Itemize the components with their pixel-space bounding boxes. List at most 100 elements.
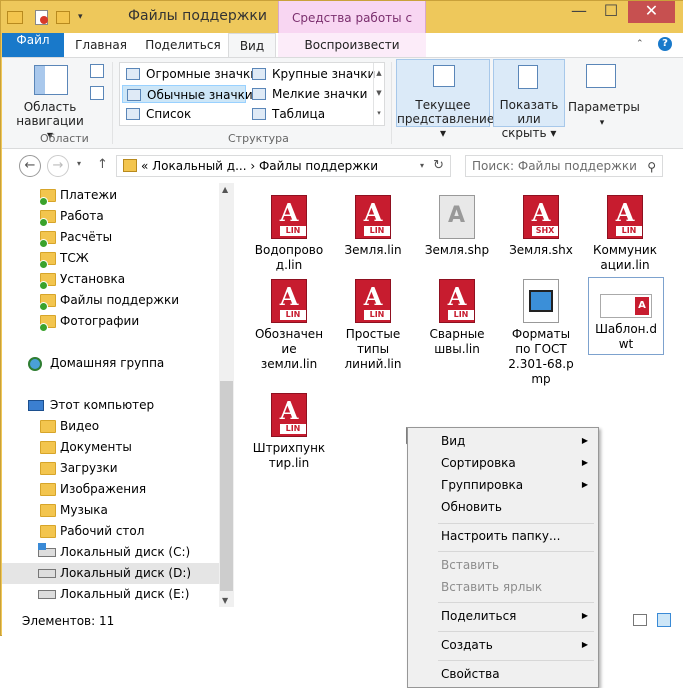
options-label: Параметры — [568, 100, 640, 114]
nav-item-favorite[interactable]: Установка — [2, 269, 220, 290]
file-item[interactable]: Форматы по ГОСТ 2.301-68.р mp — [504, 279, 578, 387]
large-icons-view-icon[interactable] — [657, 613, 671, 627]
layout-details[interactable]: Таблица — [248, 105, 372, 123]
layout-list[interactable]: Список — [122, 105, 246, 123]
extra-large-icons-icon — [126, 68, 140, 80]
current-view-button[interactable]: Текущее представление ▾ — [396, 59, 494, 140]
menu-item-properties[interactable]: Свойства — [410, 663, 596, 685]
back-button[interactable]: ← — [19, 155, 41, 177]
file-item[interactable]: A LIN Штрихпунк тир.lin — [252, 393, 326, 471]
tab-view[interactable]: Вид — [228, 33, 276, 58]
minimize-button[interactable]: — — [563, 1, 595, 23]
nav-item-pictures[interactable]: Изображения — [2, 479, 220, 500]
title-bar: ▾ Файлы поддержки Средства работы с виде… — [1, 1, 683, 59]
nav-item-homegroup[interactable]: Домашняя группа — [2, 353, 220, 374]
menu-item-paste[interactable]: Вставить — [410, 554, 596, 576]
layout-medium[interactable]: Обычные значки — [122, 85, 253, 103]
nav-item-favorite[interactable]: Расчёты — [2, 227, 220, 248]
nav-label: Рабочий стол — [60, 524, 145, 538]
file-item[interactable]: A LIN Простые типы линий.lin — [336, 279, 410, 372]
menu-item-group[interactable]: Группировка ▶ — [410, 474, 596, 496]
nav-item-drive-d[interactable]: Локальный диск (D:) — [2, 563, 220, 584]
collapse-ribbon-icon[interactable]: ⌃ — [636, 39, 644, 49]
up-icon[interactable]: ↑ — [97, 157, 108, 172]
nav-item-favorite[interactable]: ТСЖ — [2, 248, 220, 269]
close-button[interactable]: ✕ — [628, 1, 675, 23]
address-dropdown-icon[interactable]: ▾ — [420, 156, 424, 176]
new-folder-icon[interactable] — [56, 10, 70, 24]
forward-button[interactable]: → — [47, 155, 69, 177]
refresh-icon[interactable]: ↻ — [433, 156, 444, 176]
menu-item-share[interactable]: Поделиться ▶ — [410, 605, 596, 627]
file-item-selected[interactable]: A Шаблон.d wt — [588, 277, 664, 355]
help-icon[interactable]: ? — [658, 37, 672, 51]
details-view-icon[interactable] — [633, 614, 647, 626]
autocad-lin-file-icon: A LIN — [271, 393, 307, 437]
file-item[interactable]: A SHX Земля.shx — [504, 195, 578, 258]
address-box[interactable]: « Локальный д... › Файлы поддержки ▾ ↻ — [116, 155, 451, 177]
file-name: Обозначен — [254, 327, 324, 341]
tab-play[interactable]: Воспроизвести — [278, 33, 426, 57]
autocad-shx-file-icon: A SHX — [523, 195, 559, 239]
file-item[interactable]: A LIN Водопрово д.lin — [252, 195, 326, 273]
file-name: типы — [356, 342, 390, 356]
show-hide-icon — [518, 65, 538, 89]
current-view-label: Текущее представление ▾ — [397, 98, 495, 140]
file-item[interactable]: A LIN Коммуник ации.lin — [588, 195, 662, 273]
nav-item-favorite[interactable]: Файлы поддержки — [2, 290, 220, 311]
autocad-lin-file-icon: A LIN — [439, 279, 475, 323]
maximize-button[interactable]: ☐ — [595, 1, 627, 23]
nav-item-favorite[interactable]: Фотографии — [2, 311, 220, 332]
autocad-lin-file-icon: A LIN — [355, 195, 391, 239]
menu-item-paste-shortcut[interactable]: Вставить ярлык — [410, 576, 596, 598]
menu-label: Поделиться — [441, 609, 517, 623]
options-button[interactable]: Параметры ▾ — [568, 100, 640, 130]
menu-item-view[interactable]: Вид ▶ — [410, 430, 596, 452]
autocad-lin-file-icon: A LIN — [607, 195, 643, 239]
preview-pane-icon[interactable] — [90, 64, 104, 78]
computer-icon — [28, 400, 44, 411]
file-item[interactable]: A LIN Обозначен ие земли.lin — [252, 279, 326, 372]
file-item[interactable]: A LIN Сварные швы.lin — [420, 279, 494, 357]
menu-item-sort[interactable]: Сортировка ▶ — [410, 452, 596, 474]
menu-item-new[interactable]: Создать ▶ — [410, 634, 596, 656]
file-item[interactable]: A LIN Земля.lin — [336, 195, 410, 258]
nav-item-drive-e[interactable]: Локальный диск (E:) — [2, 584, 220, 605]
nav-item-downloads[interactable]: Загрузки — [2, 458, 220, 479]
nav-item-documents[interactable]: Документы — [2, 437, 220, 458]
sync-check-icon — [39, 218, 48, 227]
properties-icon[interactable] — [35, 9, 48, 25]
layout-label: Таблица — [272, 107, 326, 121]
file-item[interactable]: A Земля.shp — [420, 195, 494, 258]
menu-item-customize-folder[interactable]: Настроить папку... — [410, 525, 596, 547]
tab-home[interactable]: Главная — [64, 33, 138, 57]
scroll-up-icon[interactable]: ▲ — [222, 185, 228, 194]
details-pane-icon[interactable] — [90, 86, 104, 100]
layout-label: Список — [146, 107, 192, 121]
layout-small[interactable]: Мелкие значки — [248, 85, 372, 103]
small-icons-icon — [252, 88, 266, 100]
menu-label: Настроить папку... — [441, 529, 561, 543]
tab-file[interactable]: Файл — [2, 33, 64, 57]
group-label-areas: Области — [40, 132, 89, 145]
scroll-down-icon[interactable]: ▼ — [222, 596, 228, 605]
gallery-scroll[interactable]: ▲ ▼ ▾ — [373, 63, 384, 125]
recent-locations-icon[interactable]: ▾ — [77, 159, 81, 168]
menu-item-refresh[interactable]: Обновить — [410, 496, 596, 518]
nav-item-desktop[interactable]: Рабочий стол — [2, 521, 220, 542]
file-name: Форматы — [511, 327, 571, 341]
nav-item-favorite[interactable]: Работа — [2, 206, 220, 227]
search-input[interactable]: Поиск: Файлы поддержки ⚲ — [465, 155, 663, 177]
nav-item-drive-c[interactable]: Локальный диск (C:) — [2, 542, 220, 563]
show-hide-button[interactable]: Показать или скрыть ▾ — [493, 59, 565, 140]
tab-share[interactable]: Поделиться — [138, 33, 228, 57]
nav-item-music[interactable]: Музыка — [2, 500, 220, 521]
layout-large[interactable]: Крупные значки — [248, 65, 375, 83]
nav-item-favorite[interactable]: Платежи — [2, 185, 220, 206]
nav-scrollbar-thumb[interactable] — [220, 381, 233, 591]
qat-dropdown-icon[interactable]: ▾ — [78, 12, 83, 22]
menu-label: Группировка — [441, 478, 524, 492]
nav-item-this-pc[interactable]: Этот компьютер — [2, 395, 220, 416]
nav-item-videos[interactable]: Видео — [2, 416, 220, 437]
layout-extra-large[interactable]: Огромные значки — [122, 65, 258, 83]
